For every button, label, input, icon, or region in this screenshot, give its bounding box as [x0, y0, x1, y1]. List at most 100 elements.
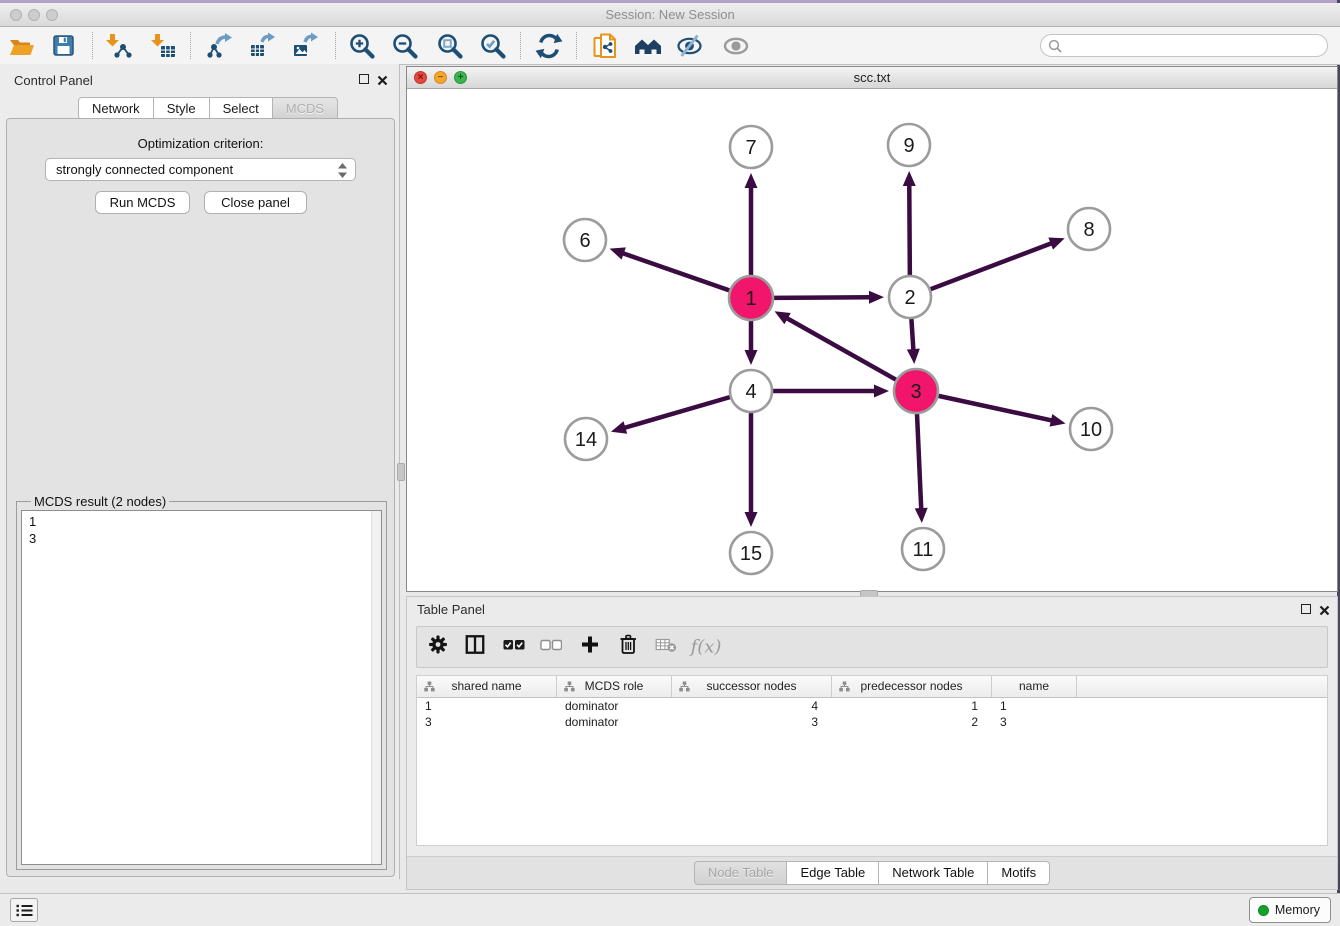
open-session-icon[interactable] [8, 32, 36, 60]
column-header-successor-nodes[interactable]: successor nodes [672, 676, 832, 697]
column-header-shared-name[interactable]: shared name [417, 676, 557, 697]
minimize-window-button[interactable] [28, 9, 40, 21]
maximize-frame-button[interactable]: + [454, 71, 467, 84]
graph-edge[interactable] [773, 385, 889, 398]
search-input[interactable] [1067, 36, 1321, 57]
import-network-icon[interactable] [104, 32, 132, 60]
zoom-in-icon[interactable] [348, 32, 376, 60]
graph-node[interactable]: 1 [729, 276, 773, 320]
graph-edge[interactable] [915, 414, 928, 523]
export-table-icon[interactable] [249, 32, 277, 60]
graph-node-label: 8 [1083, 219, 1094, 241]
task-history-button[interactable] [10, 898, 38, 922]
function-builder-icon[interactable]: f(x) [691, 637, 722, 658]
table-cell: 4 [672, 698, 832, 714]
new-network-from-selection-icon[interactable] [592, 32, 620, 60]
close-table-panel-icon[interactable] [1319, 603, 1330, 621]
titlebar: Session: New Session [0, 3, 1340, 27]
zoom-window-button[interactable] [46, 9, 58, 21]
table-cell: dominator [557, 714, 672, 730]
tab-mcds[interactable]: MCDS [272, 97, 338, 120]
close-frame-button[interactable]: × [414, 71, 427, 84]
delete-table-icon[interactable] [656, 637, 677, 658]
main-toolbar [0, 27, 1340, 65]
close-panel-icon[interactable] [377, 73, 388, 91]
control-panel-tabs: Network Style Select MCDS [78, 97, 338, 120]
tab-select[interactable]: Select [209, 97, 273, 120]
zoom-selected-icon[interactable] [479, 32, 507, 60]
apply-layout-icon[interactable] [535, 32, 563, 60]
network-canvas[interactable]: 1 2 3 4 6 7 8 9 10 11 14 15 [407, 89, 1337, 591]
import-table-icon[interactable] [149, 32, 177, 60]
export-image-icon[interactable] [292, 32, 320, 60]
graph-edge[interactable] [938, 396, 1065, 427]
network-frame-titlebar[interactable]: × − + scc.txt [407, 67, 1337, 89]
network-view-frame: × − + scc.txt 1 2 3 4 6 7 8 9 10 11 14 15 [406, 66, 1338, 592]
delete-column-icon[interactable] [618, 634, 638, 660]
tab-style[interactable]: Style [153, 97, 210, 120]
add-column-icon[interactable] [580, 635, 600, 660]
graph-edge[interactable] [775, 311, 896, 379]
first-neighbors-icon[interactable] [634, 32, 662, 60]
graph-node[interactable]: 4 [730, 370, 772, 412]
graph-edge[interactable] [745, 173, 758, 275]
network-frame-title: scc.txt [407, 67, 1337, 88]
graph-node[interactable]: 14 [565, 418, 607, 460]
graph-edge[interactable] [903, 171, 916, 275]
select-all-columns-icon[interactable] [503, 637, 525, 657]
graph-node[interactable]: 3 [894, 369, 938, 413]
mcds-result-list[interactable]: 13 [21, 510, 382, 865]
graph-node[interactable]: 11 [902, 528, 944, 570]
criterion-select[interactable]: strongly connected component [45, 158, 356, 181]
graph-node[interactable]: 7 [730, 126, 772, 168]
close-window-button[interactable] [10, 9, 22, 21]
graph-node[interactable]: 10 [1070, 408, 1112, 450]
float-panel-icon[interactable] [359, 74, 369, 84]
zoom-fit-icon[interactable] [436, 32, 464, 60]
show-graphics-details-icon[interactable] [722, 32, 750, 60]
graph-edge[interactable] [745, 321, 758, 365]
table-row[interactable]: 3dominator323 [417, 714, 1327, 730]
memory-button[interactable]: Memory [1249, 897, 1331, 923]
toolbar-separator [520, 32, 521, 59]
close-panel-button[interactable]: Close panel [204, 191, 307, 214]
tab-edge-table[interactable]: Edge Table [786, 861, 879, 885]
hide-selected-icon[interactable] [676, 32, 704, 60]
graph-node[interactable]: 8 [1068, 208, 1110, 250]
save-session-icon[interactable] [50, 32, 78, 60]
graph-edge[interactable] [745, 413, 758, 527]
search-box[interactable] [1040, 34, 1328, 57]
settings-icon[interactable] [429, 635, 448, 659]
column-header-mcds-role[interactable]: MCDS role [557, 676, 672, 697]
graph-edge[interactable] [610, 247, 730, 290]
toolbar-separator [335, 32, 336, 59]
zoom-out-icon[interactable] [391, 32, 419, 60]
table-row[interactable]: 1dominator411 [417, 698, 1327, 714]
graph-node[interactable]: 9 [888, 124, 930, 166]
run-mcds-button[interactable]: Run MCDS [95, 191, 190, 214]
minimize-frame-button[interactable]: − [434, 71, 447, 84]
result-scrollbar[interactable] [371, 511, 381, 864]
graph-node-label: 11 [913, 539, 934, 561]
show-columns-icon[interactable] [466, 635, 485, 659]
graph-edge[interactable] [774, 291, 884, 304]
graph-edge[interactable] [907, 319, 920, 364]
clear-column-selection-icon[interactable] [540, 637, 562, 657]
graph-edge[interactable] [611, 397, 730, 434]
column-header-name[interactable]: name [992, 676, 1077, 697]
graph-node-label: 14 [575, 429, 597, 451]
tab-network[interactable]: Network [78, 97, 154, 120]
tab-network-table[interactable]: Network Table [878, 861, 988, 885]
graph-node[interactable]: 2 [889, 276, 931, 318]
control-panel: Control Panel Network Style Select MCDS … [0, 64, 400, 879]
column-header-predecessor-nodes[interactable]: predecessor nodes [832, 676, 992, 697]
status-bar: Memory [0, 893, 1340, 926]
graph-node[interactable]: 6 [564, 219, 606, 261]
export-network-icon[interactable] [206, 32, 234, 60]
tab-motifs[interactable]: Motifs [987, 861, 1050, 885]
graph-node[interactable]: 15 [730, 532, 772, 574]
graph-edge[interactable] [931, 237, 1065, 289]
float-table-panel-icon[interactable] [1301, 604, 1311, 614]
vertical-splitter-handle[interactable] [397, 463, 405, 481]
tab-node-table[interactable]: Node Table [694, 861, 788, 885]
